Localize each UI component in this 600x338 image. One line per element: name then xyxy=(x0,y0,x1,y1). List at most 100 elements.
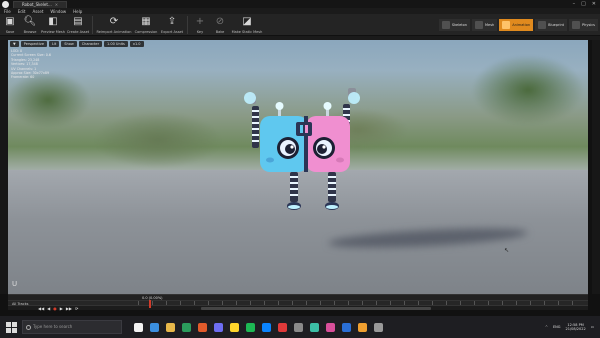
character-button[interactable]: Character xyxy=(78,41,103,47)
taskbar-app-icon[interactable] xyxy=(182,322,191,332)
make-static-mesh-button[interactable]: ◪ Make Static Mesh xyxy=(230,14,264,36)
system-tray: ^ ENG 12:58 PM 21/08/2022 ▭ xyxy=(545,323,600,332)
viewport-toolbar: ▼ Perspective Lit Show Character 1.00 Un… xyxy=(10,41,144,47)
units-button[interactable]: 1.00 Units xyxy=(104,41,128,47)
bake-icon: ⊘ xyxy=(215,16,225,27)
playback-speed-button[interactable]: x1.0 xyxy=(129,41,144,47)
menu-help[interactable]: Help xyxy=(73,9,82,14)
language-indicator[interactable]: ENG xyxy=(553,325,561,329)
menu-asset[interactable]: Asset xyxy=(32,9,43,14)
static-mesh-icon: ◪ xyxy=(242,16,252,27)
preview-mesh-label: Preview Mesh xyxy=(41,30,65,34)
taskbar-app-icon[interactable] xyxy=(230,322,239,332)
mode-skeleton[interactable]: Skeleton xyxy=(438,19,471,31)
mouse-cursor-icon: ↖ xyxy=(504,247,510,254)
taskbar-app-icon[interactable] xyxy=(198,322,207,332)
tray-chevron-icon[interactable]: ^ xyxy=(545,325,548,329)
close-button[interactable]: ✕ xyxy=(592,1,596,7)
taskbar-search[interactable]: Type here to search xyxy=(22,320,122,334)
robot-character xyxy=(244,88,360,210)
title-bar: Robot_Skelet... × – □ ✕ xyxy=(0,0,600,8)
taskbar-app-icon[interactable] xyxy=(310,322,319,332)
key-button[interactable]: + Key xyxy=(190,14,210,36)
mode-mesh-label: Mesh xyxy=(485,23,495,27)
mode-skeleton-label: Skeleton xyxy=(451,23,468,27)
record-icon[interactable]: ● xyxy=(53,306,57,311)
robot-antennae xyxy=(275,102,332,118)
start-button[interactable] xyxy=(4,320,18,334)
mode-blueprint-label: Blueprint xyxy=(548,23,565,27)
windows-logo-icon xyxy=(11,327,17,333)
taskbar-app-icon[interactable] xyxy=(134,322,143,332)
menu-file[interactable]: File xyxy=(4,9,11,14)
mode-animation[interactable]: Animation xyxy=(499,19,534,31)
create-asset-button[interactable]: ▤ Create Asset xyxy=(66,14,90,36)
taskbar-clock[interactable]: 12:58 PM 21/08/2022 xyxy=(566,323,586,332)
perspective-button[interactable]: Perspective xyxy=(20,41,47,47)
taskbar-app-icon[interactable] xyxy=(150,322,159,332)
show-button[interactable]: Show xyxy=(61,41,77,47)
document-tab[interactable]: Robot_Skelet... × xyxy=(13,0,68,8)
play-icon[interactable]: ▶ xyxy=(60,306,63,311)
animation-icon xyxy=(502,21,511,29)
save-button[interactable]: ▣ Save xyxy=(0,14,20,36)
mode-blueprint[interactable]: Blueprint xyxy=(535,19,568,31)
skip-back-icon[interactable]: ◀◀ xyxy=(38,306,44,311)
timeline-track[interactable]: All Tracks xyxy=(8,300,588,308)
taskbar-app-icon[interactable] xyxy=(246,322,255,332)
taskbar-app-icon[interactable] xyxy=(166,322,175,332)
taskbar-app-icon[interactable] xyxy=(262,322,271,332)
robot-left-arm xyxy=(244,92,259,148)
robot-body xyxy=(260,116,350,172)
bake-label: Bake xyxy=(215,30,225,34)
compression-button[interactable]: ▦ Compression xyxy=(133,14,159,36)
taskbar-app-icon[interactable] xyxy=(214,322,223,332)
lit-button[interactable]: Lit xyxy=(48,41,60,47)
viewport-options-button[interactable]: ▼ xyxy=(10,41,19,47)
clock-date: 21/08/2022 xyxy=(565,327,586,331)
taskbar-app-icon[interactable] xyxy=(342,322,351,332)
preview-viewport[interactable]: ▼ Perspective Lit Show Character 1.00 Un… xyxy=(8,40,588,294)
taskbar-app-icon[interactable] xyxy=(358,322,367,332)
maximize-button[interactable]: □ xyxy=(581,1,586,7)
mode-animation-label: Animation xyxy=(512,23,531,27)
menu-window[interactable]: Window xyxy=(50,9,66,14)
timeline-scrollbar[interactable] xyxy=(201,307,432,310)
reimport-animation-button[interactable]: ⟳ Reimport Animation xyxy=(95,14,133,36)
minimize-button[interactable]: – xyxy=(573,1,576,7)
taskbar-app-icon[interactable] xyxy=(374,322,383,332)
right-panel-edge xyxy=(592,40,600,294)
stat-line: Framerate: 60 xyxy=(11,75,35,80)
export-label: Export Asset xyxy=(160,30,184,34)
transport-controls: ◀◀ ◀ ● ▶ ▶▶ ⟳ xyxy=(8,306,588,311)
mode-physics[interactable]: Physics xyxy=(569,19,598,31)
toolbar-separator xyxy=(187,16,188,34)
viewport-stats: LOD: 0 Current Screen Size: 0.6 Triangle… xyxy=(11,49,51,80)
tab-close-icon[interactable]: × xyxy=(55,2,58,8)
notifications-icon[interactable]: ▭ xyxy=(591,325,594,329)
browse-label: Browse xyxy=(23,30,37,34)
bake-button[interactable]: ⊘ Bake xyxy=(210,14,230,36)
taskbar-app-icon[interactable] xyxy=(294,322,303,332)
preview-mesh-icon: ◧ xyxy=(48,16,58,27)
windows-logo-icon xyxy=(5,321,11,327)
playhead[interactable] xyxy=(149,300,151,308)
window-controls: – □ ✕ xyxy=(573,1,600,7)
skip-forward-icon[interactable]: ▶▶ xyxy=(66,306,72,311)
mesh-icon xyxy=(475,21,484,29)
key-label: Key xyxy=(196,30,204,34)
reimport-label: Reimport Animation xyxy=(96,30,132,34)
preview-mesh-button[interactable]: ◧ Preview Mesh xyxy=(40,14,66,36)
browse-button[interactable]: 🔍︎ Browse xyxy=(20,14,40,36)
step-back-icon[interactable]: ◀ xyxy=(47,306,50,311)
export-asset-button[interactable]: ⇪ Export Asset xyxy=(159,14,185,36)
make-static-mesh-label: Make Static Mesh xyxy=(231,30,263,34)
taskbar-app-icon[interactable] xyxy=(326,322,335,332)
blueprint-icon xyxy=(538,21,547,29)
menu-edit[interactable]: Edit xyxy=(18,9,26,14)
mode-mesh[interactable]: Mesh xyxy=(472,19,498,31)
loop-icon[interactable]: ⟳ xyxy=(75,306,78,311)
taskbar-app-icon[interactable] xyxy=(278,322,287,332)
unreal-watermark-icon: U xyxy=(12,280,18,288)
browse-icon: 🔍︎ xyxy=(23,16,37,27)
